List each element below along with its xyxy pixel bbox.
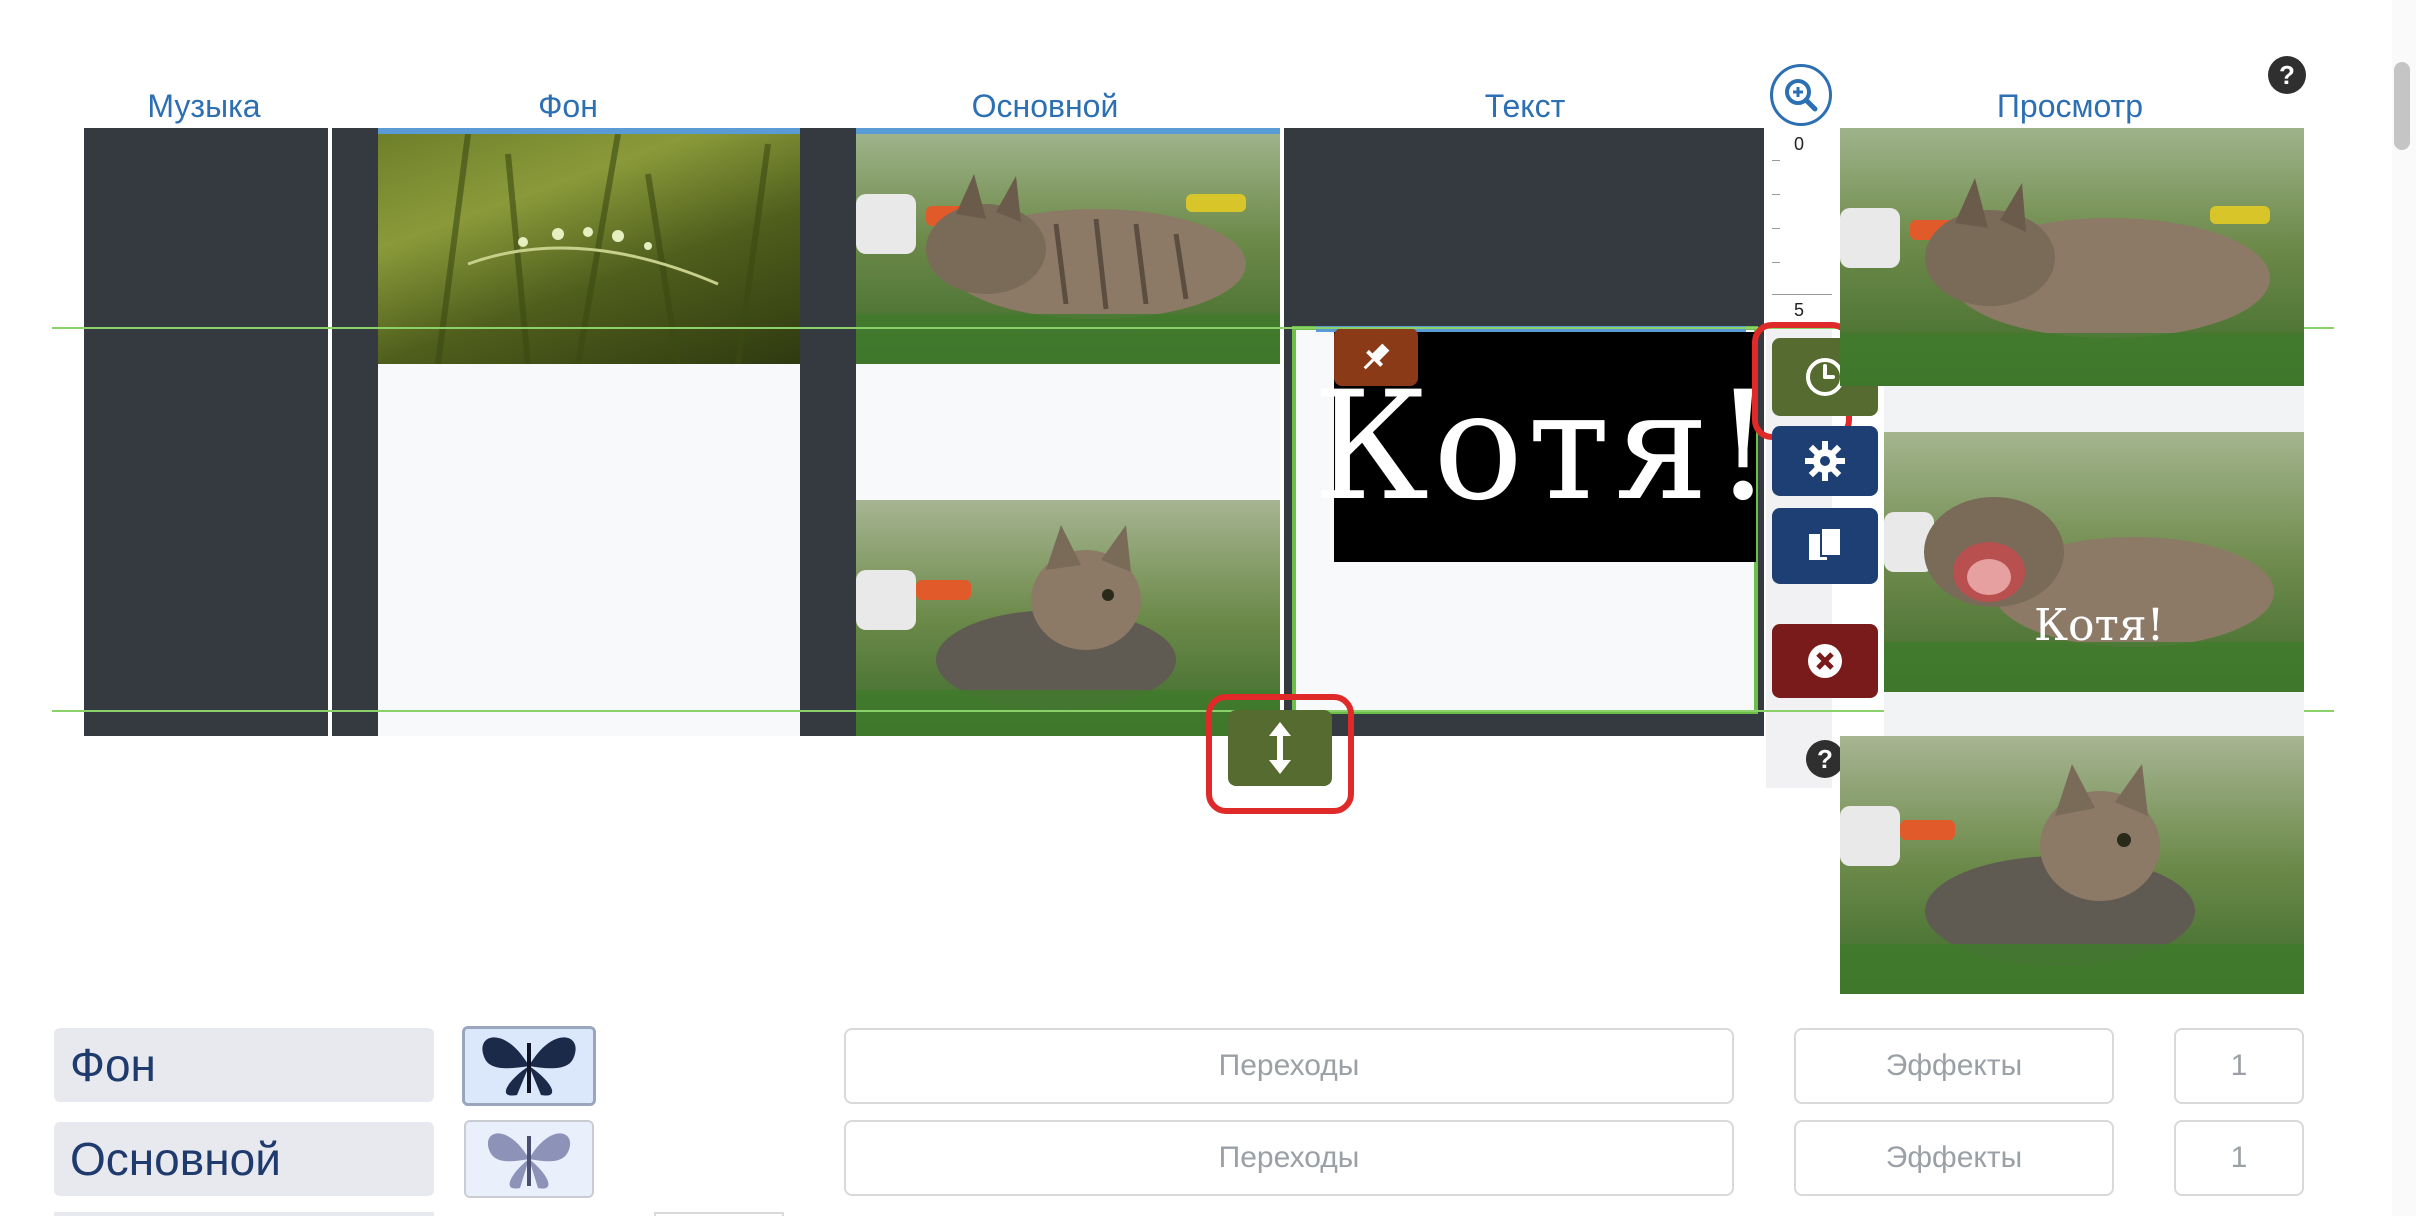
ruler-tick [1772,262,1780,263]
row-label-background: Фон [54,1028,434,1102]
timeline-help-icon[interactable]: ? [1806,740,1844,778]
row-label-main: Основной [54,1122,434,1196]
ruler-tick [1772,160,1780,161]
scrollbar-thumb[interactable] [2394,62,2410,150]
close-icon [1808,644,1842,678]
column-header-background: Фон [538,88,598,124]
delete-button[interactable] [1772,624,1878,698]
transition-thumb-background[interactable] [462,1026,596,1106]
column-header-text: Текст [1484,88,1566,124]
ruler-mark: 5 [1794,300,1805,320]
pin-icon [1363,343,1390,370]
music-track[interactable] [84,128,328,736]
column-header-preview: Просмотр [1996,88,2144,124]
butterfly-icon [465,1029,593,1103]
resize-vertical-icon [1269,722,1291,774]
preview-spacer [1884,692,2304,736]
copy-button[interactable] [1772,508,1878,584]
zoom-in-icon [1785,79,1818,112]
zoom-button[interactable] [1770,64,1832,126]
grass-image [435,134,771,364]
preview-frame-2[interactable]: Котя! [1884,432,2304,692]
effects-button-main[interactable]: Эффекты [1794,1120,2114,1196]
resize-button[interactable] [1228,710,1332,786]
text-clip-content: Котя! [1312,360,1778,534]
transitions-button-background[interactable]: Переходы [844,1028,1734,1104]
scrollbar-track[interactable] [2392,0,2416,1216]
background-clip-grass[interactable] [378,134,800,364]
pin-button[interactable] [1334,328,1418,386]
preview-caption: Котя! [2034,600,2165,651]
gear-icon [1805,441,1845,481]
preview-frame-1[interactable] [1840,128,2304,386]
transition-thumb-main[interactable] [464,1120,594,1198]
main-track-left-rail [808,128,856,736]
preview-image-2 [1884,497,2304,692]
ruler-tick [1772,228,1780,229]
transitions-button-main[interactable]: Переходы [844,1120,1734,1196]
background-track-right-rail [800,128,808,736]
help-icon[interactable]: ? [2268,56,2306,94]
preview-image-1 [1840,178,2304,386]
ruler-start: 0 [1794,134,1805,154]
count-field-main[interactable]: 1 [2174,1120,2304,1196]
column-header-main: Основной [971,88,1119,124]
background-track-left-rail [332,128,378,736]
next-row-label [54,1212,434,1216]
settings-button[interactable] [1772,426,1878,496]
preview-frame-3[interactable] [1840,736,2304,994]
count-field-background[interactable]: 1 [2174,1028,2304,1104]
main-clip-cat-sleeping[interactable] [856,134,1280,364]
next-row-field [654,1212,784,1216]
effects-button-background[interactable]: Эффекты [1794,1028,2114,1104]
preview-spacer [1884,386,2304,432]
cat-sleeping-image [856,174,1280,364]
copy-icon [1809,527,1842,560]
preview-image-3 [1840,764,2304,994]
column-header-music: Музыка [147,88,261,124]
ruler-tick [1772,294,1832,295]
ruler-tick [1772,194,1780,195]
butterfly-icon [466,1122,592,1196]
